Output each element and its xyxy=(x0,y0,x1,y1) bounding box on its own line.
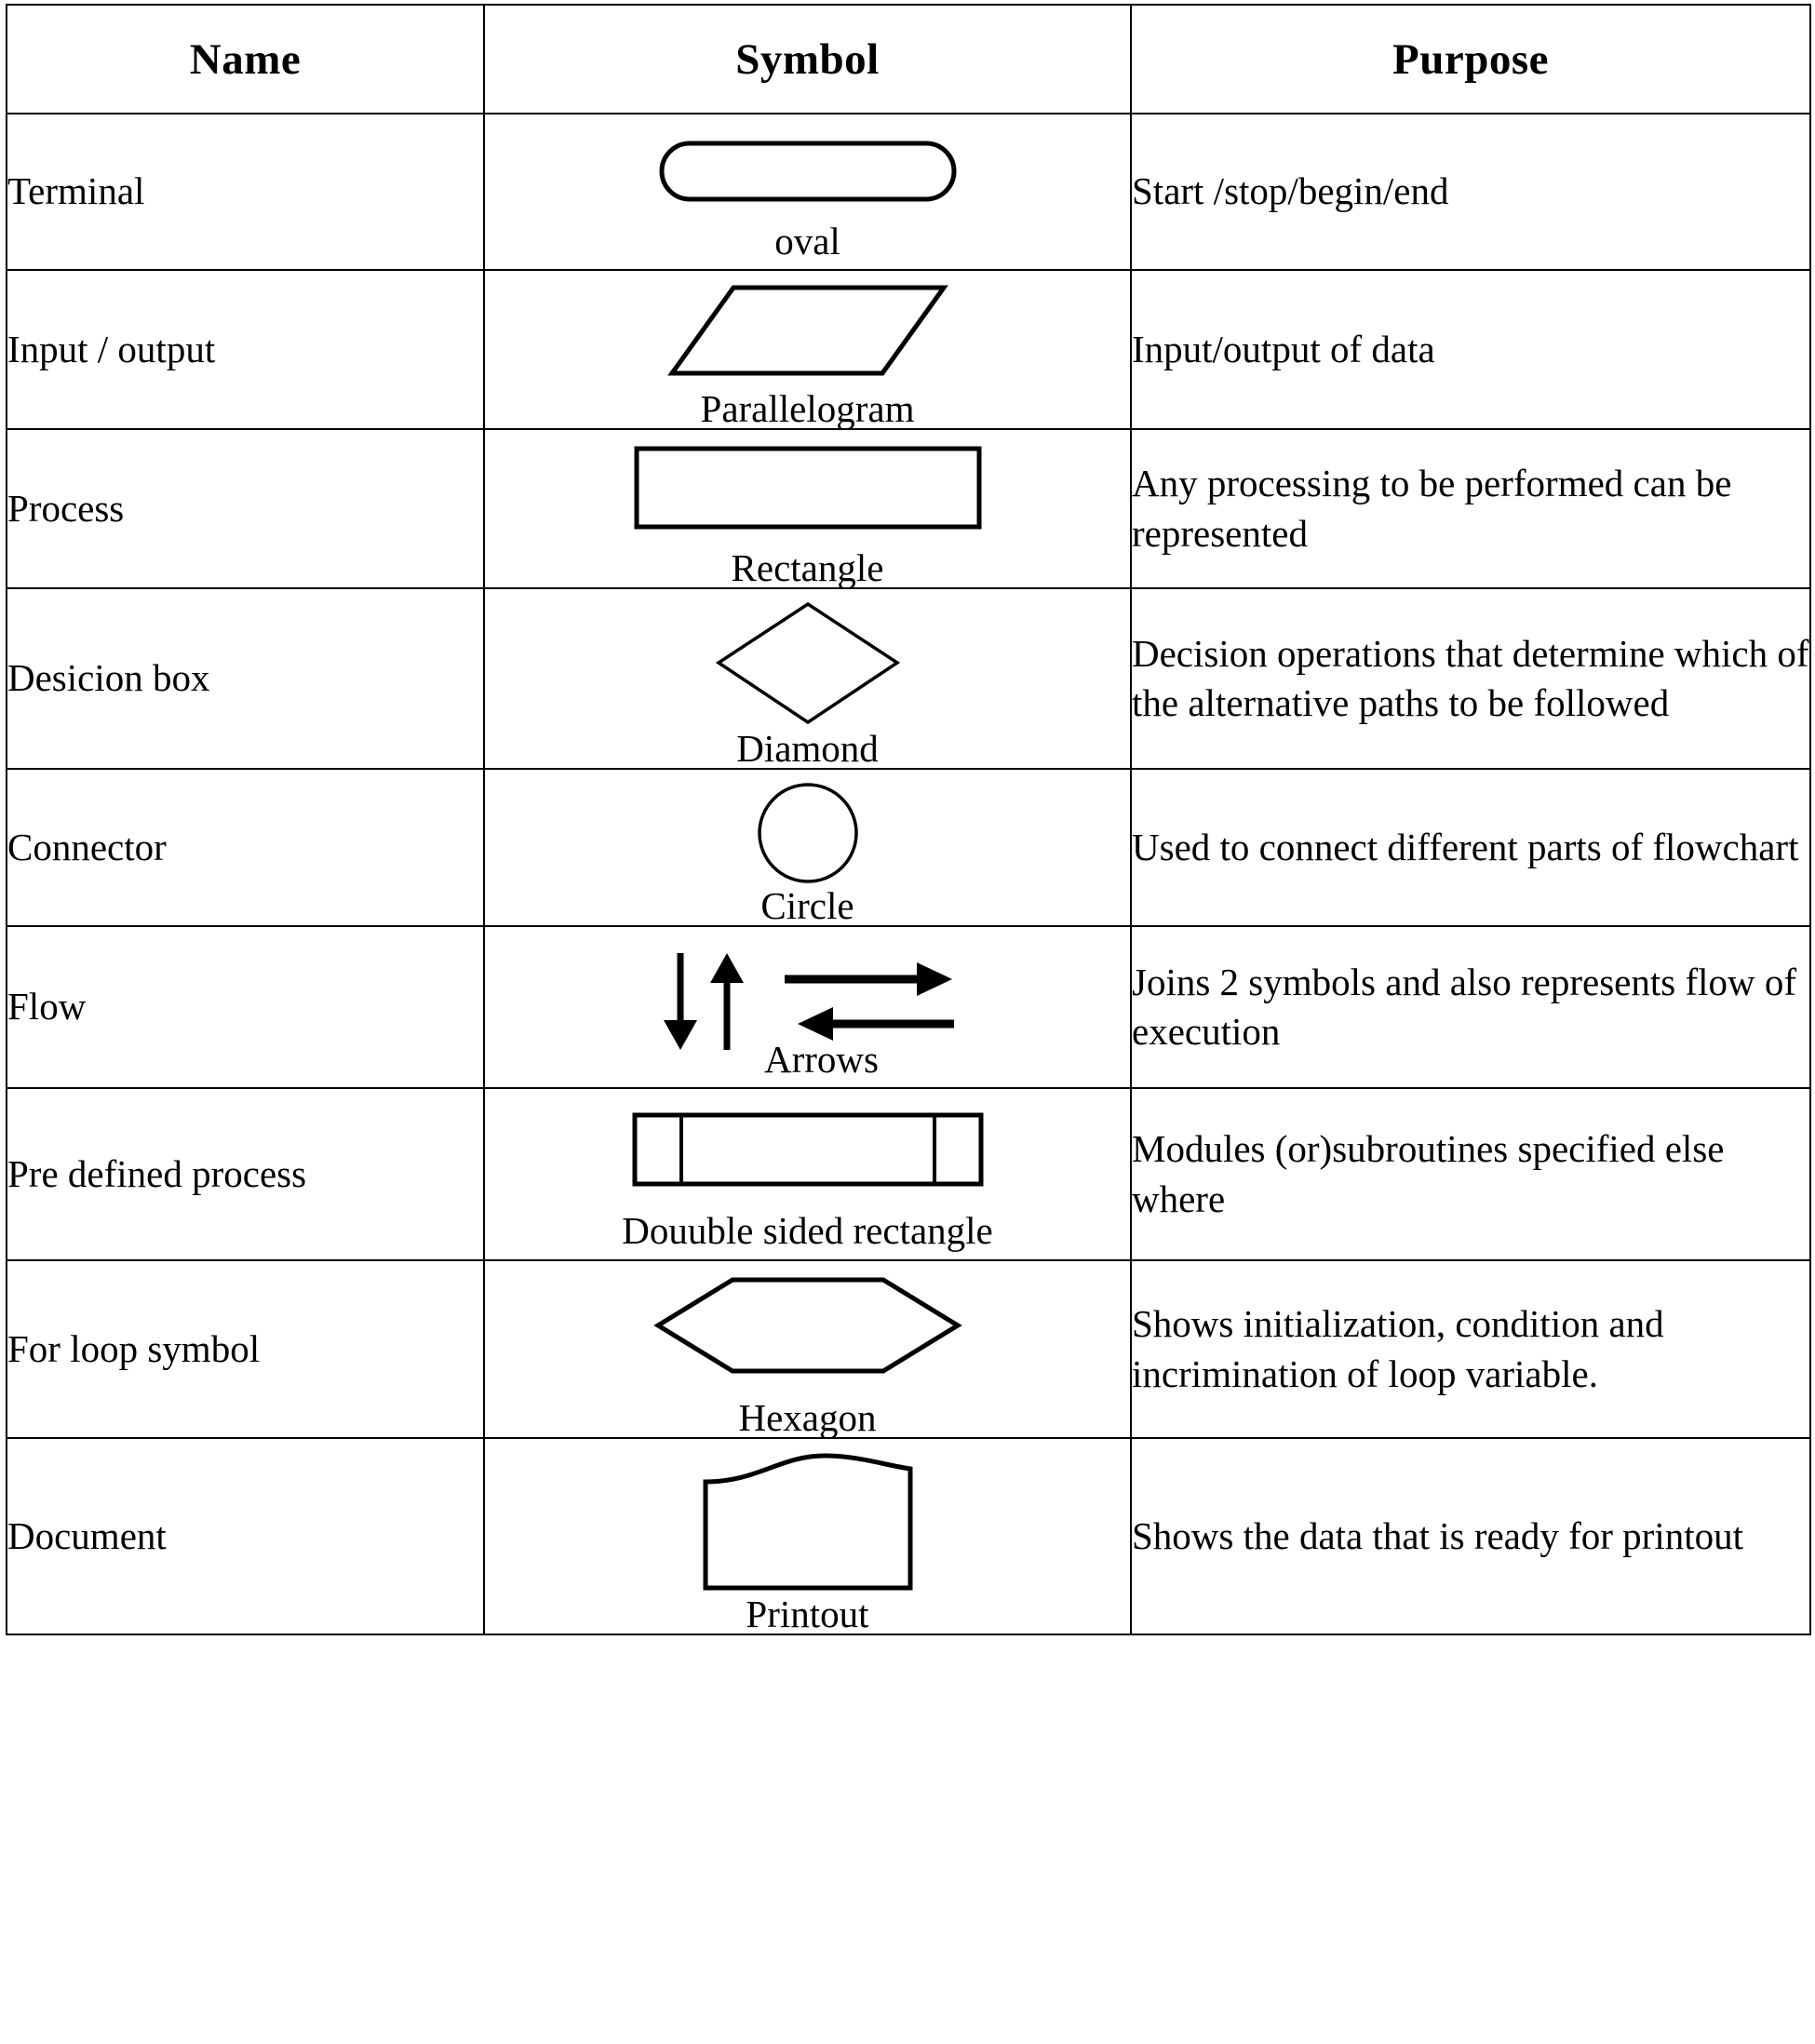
row-purpose-process: Any processing to be performed can be re… xyxy=(1130,428,1811,589)
row-name-document: Document xyxy=(6,1437,485,1635)
table-row: For loop symbol Hexagon Shows initializa… xyxy=(6,1259,1811,1439)
double-sided-rectangle-icon xyxy=(631,1111,985,1188)
table-row: Connector Circle Used to connect differe… xyxy=(6,768,1811,927)
shape-label-circle: Circle xyxy=(760,884,854,927)
row-purpose-document: Shows the data that is ready for printou… xyxy=(1130,1437,1811,1635)
row-symbol-for-loop: Hexagon xyxy=(483,1259,1132,1439)
row-purpose-pre-defined-process: Modules (or)subroutines specified else w… xyxy=(1130,1087,1811,1261)
row-symbol-terminal: oval xyxy=(483,113,1132,271)
column-header-name: Name xyxy=(6,4,485,114)
table-row: Input / output Parallelogram Input/outpu… xyxy=(6,269,1811,430)
row-symbol-flow: Arrows xyxy=(483,925,1132,1089)
circle-icon xyxy=(756,781,860,885)
column-header-purpose: Purpose xyxy=(1130,4,1811,114)
row-name-decision-box: Desicion box xyxy=(6,587,485,770)
shape-label-arrows: Arrows xyxy=(764,1037,879,1081)
row-purpose-flow: Joins 2 symbols and also represents flow… xyxy=(1130,925,1811,1089)
shape-label-oval: oval xyxy=(774,219,840,262)
table-row: Terminal oval Start /stop/begin/end xyxy=(6,113,1811,271)
shape-label-printout: Printout xyxy=(746,1593,869,1635)
shape-label-parallelogram: Parallelogram xyxy=(700,387,915,430)
row-symbol-decision-box: Diamond xyxy=(483,587,1132,770)
row-purpose-terminal: Start /stop/begin/end xyxy=(1130,113,1811,271)
row-name-pre-defined-process: Pre defined process xyxy=(6,1087,485,1261)
table-row: Document Printout Shows the data that is… xyxy=(6,1437,1811,1635)
row-name-input-output: Input / output xyxy=(6,269,485,430)
column-header-symbol: Symbol xyxy=(483,4,1132,114)
row-name-terminal: Terminal xyxy=(6,113,485,271)
table-header-row: Name Symbol Purpose xyxy=(6,4,1811,114)
diamond-icon xyxy=(715,600,901,726)
flowchart-symbols-table-page: Name Symbol Purpose Terminal oval Start … xyxy=(0,4,1815,2044)
row-name-connector: Connector xyxy=(6,768,485,927)
table-row: Desicion box Diamond Decision operations… xyxy=(6,587,1811,770)
shape-label-hexagon: Hexagon xyxy=(738,1396,877,1439)
row-symbol-process: Rectangle xyxy=(483,428,1132,589)
parallelogram-icon xyxy=(666,284,948,377)
table-row: Process Rectangle Any processing to be p… xyxy=(6,428,1811,589)
shape-label-double-sided-rectangle: Douuble sided rectangle xyxy=(622,1209,993,1252)
row-purpose-for-loop-symbol: Shows initialization, condition and incr… xyxy=(1130,1259,1811,1439)
row-purpose-decision-box: Decision operations that determine which… xyxy=(1130,587,1811,770)
shape-label-diamond: Diamond xyxy=(736,727,879,770)
table-row: Pre defined process Douuble sided rectan… xyxy=(6,1087,1811,1261)
oval-icon xyxy=(659,141,957,202)
hexagon-icon xyxy=(652,1276,962,1375)
row-name-flow: Flow xyxy=(6,925,485,1089)
table-row: Flow Arrows Joins 2 symbols and also rep… xyxy=(6,925,1811,1089)
row-symbol-pre-defined-process: Douuble sided rectangle xyxy=(483,1087,1132,1261)
row-symbol-input-output: Parallelogram xyxy=(483,269,1132,430)
shape-label-rectangle: Rectangle xyxy=(731,546,884,589)
row-name-for-loop-symbol: For loop symbol xyxy=(6,1259,485,1439)
printout-icon xyxy=(702,1452,914,1592)
flowchart-symbols-table: Name Symbol Purpose Terminal oval Start … xyxy=(6,4,1811,1635)
rectangle-icon xyxy=(633,445,983,531)
row-symbol-connector: Circle xyxy=(483,768,1132,927)
row-purpose-connector: Used to connect different parts of flowc… xyxy=(1130,768,1811,927)
row-name-process: Process xyxy=(6,428,485,589)
row-purpose-input-output: Input/output of data xyxy=(1130,269,1811,430)
row-symbol-document: Printout xyxy=(483,1437,1132,1635)
